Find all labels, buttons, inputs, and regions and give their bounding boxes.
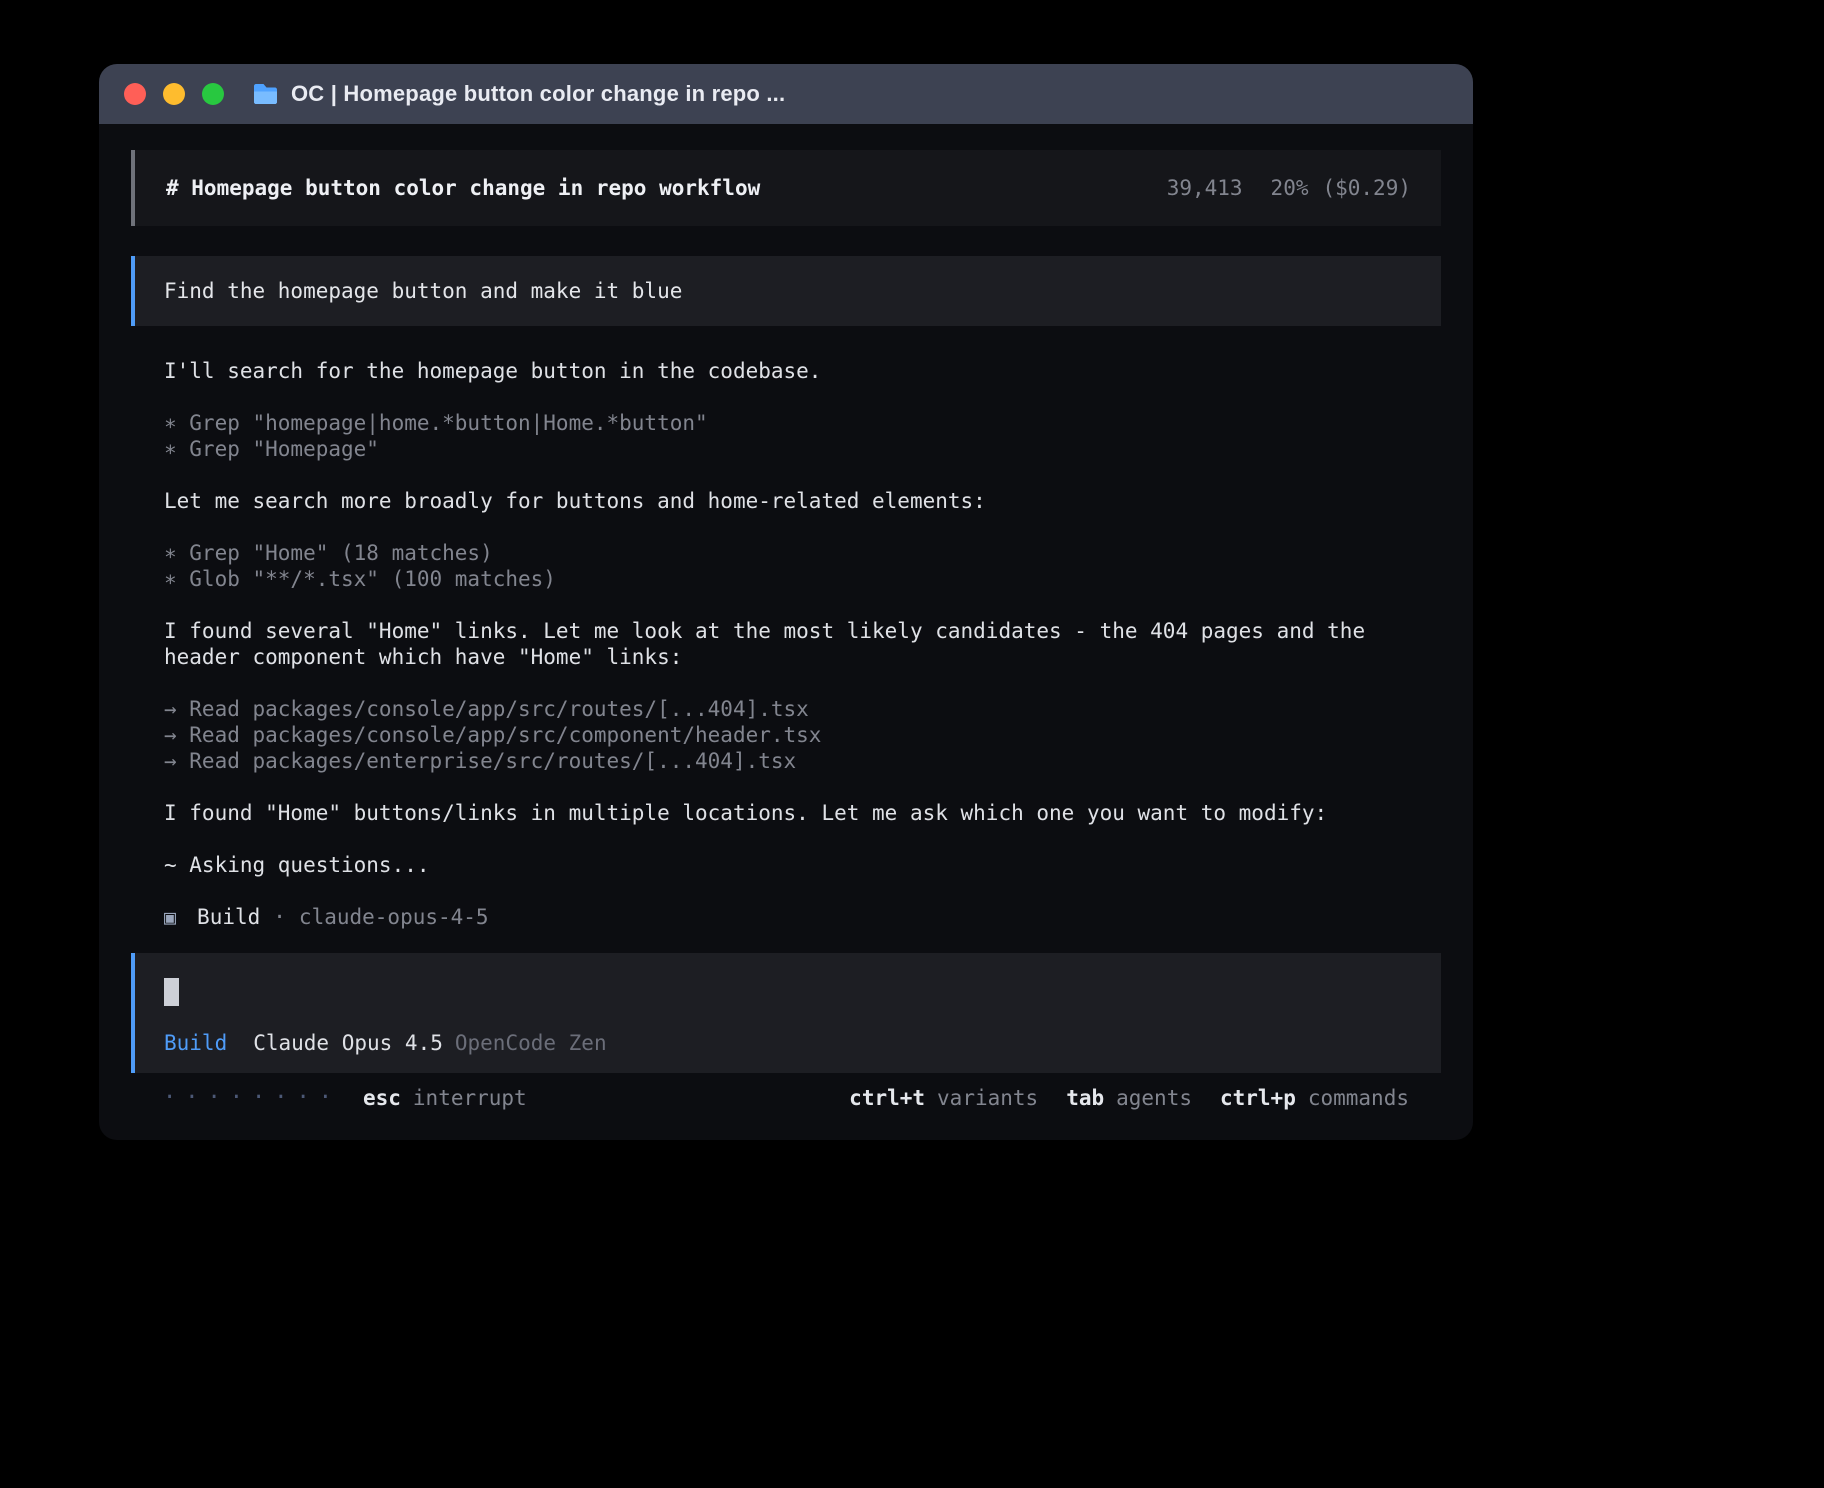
tool-call-read: → Read packages/console/app/src/componen… xyxy=(164,722,1408,748)
zoom-button[interactable] xyxy=(202,83,224,105)
context-percent: 20% xyxy=(1271,176,1309,200)
text-cursor xyxy=(164,978,179,1006)
commands-hint: ctrl+p commands xyxy=(1220,1085,1409,1111)
esc-key: esc xyxy=(363,1085,401,1111)
terminal-window: OC | Homepage button color change in rep… xyxy=(99,64,1473,1140)
session-cost: ($0.29) xyxy=(1322,176,1411,200)
active-model-label: Claude Opus 4.5 xyxy=(253,1031,443,1055)
tool-call-grep: ∗ Grep "Home" (18 matches) xyxy=(164,540,1408,566)
session-header: # Homepage button color change in repo w… xyxy=(131,150,1441,226)
window-controls xyxy=(124,83,224,105)
status-text: ~ Asking questions... xyxy=(164,852,1408,878)
tool-call-read: → Read packages/console/app/src/routes/[… xyxy=(164,696,1408,722)
close-button[interactable] xyxy=(124,83,146,105)
user-message-text: Find the homepage button and make it blu… xyxy=(164,279,682,303)
session-stats: 39,413 20% ($0.29) xyxy=(1167,176,1411,200)
tool-call-read: → Read packages/enterprise/src/routes/[.… xyxy=(164,748,1408,774)
terminal-content: # Homepage button color change in repo w… xyxy=(99,150,1473,1111)
spinner-dots-icon: ········ xyxy=(163,1085,341,1111)
conversation-transcript: I'll search for the homepage button in t… xyxy=(131,358,1441,930)
provider-label: OpenCode Zen xyxy=(455,1031,607,1055)
tool-call-group: ∗ Grep "homepage|home.*button|Home.*butt… xyxy=(164,410,1408,462)
variants-label: variants xyxy=(937,1085,1038,1111)
agents-label: agents xyxy=(1116,1085,1192,1111)
tool-call-grep: ∗ Grep "homepage|home.*button|Home.*butt… xyxy=(164,410,1408,436)
window-titlebar[interactable]: OC | Homepage button color change in rep… xyxy=(99,64,1473,124)
ctrl-t-key: ctrl+t xyxy=(849,1085,925,1111)
commands-label: commands xyxy=(1308,1085,1409,1111)
agent-separator: · xyxy=(273,904,286,930)
assistant-text: I'll search for the homepage button in t… xyxy=(164,358,1408,384)
interrupt-hint: esc interrupt xyxy=(363,1085,527,1111)
tool-call-group: → Read packages/console/app/src/routes/[… xyxy=(164,696,1408,774)
variants-hint: ctrl+t variants xyxy=(849,1085,1038,1111)
interrupt-label: interrupt xyxy=(413,1085,527,1111)
status-bar-right: ctrl+t variants tab agents ctrl+p comman… xyxy=(849,1085,1409,1111)
build-agent-icon: ▣ xyxy=(164,904,176,930)
minimize-button[interactable] xyxy=(163,83,185,105)
prompt-input[interactable]: Build Claude Opus 4.5 OpenCode Zen xyxy=(131,953,1441,1073)
tool-call-group: ∗ Grep "Home" (18 matches) ∗ Glob "**/*.… xyxy=(164,540,1408,592)
agents-hint: tab agents xyxy=(1066,1085,1192,1111)
window-title: OC | Homepage button color change in rep… xyxy=(291,81,785,107)
session-title: # Homepage button color change in repo w… xyxy=(166,176,760,200)
status-bar-left: ········ esc interrupt xyxy=(163,1085,527,1111)
agent-name: Build xyxy=(197,904,260,930)
tool-call-grep: ∗ Grep "Homepage" xyxy=(164,436,1408,462)
ctrl-p-key: ctrl+p xyxy=(1220,1085,1296,1111)
input-status-line: Build Claude Opus 4.5 OpenCode Zen xyxy=(164,1030,1411,1056)
assistant-text: I found "Home" buttons/links in multiple… xyxy=(164,800,1408,826)
tab-key: tab xyxy=(1066,1085,1104,1111)
active-agent-label[interactable]: Build xyxy=(164,1031,227,1055)
agent-model: claude-opus-4-5 xyxy=(299,904,489,930)
assistant-text: Let me search more broadly for buttons a… xyxy=(164,488,1408,514)
folder-icon xyxy=(252,83,279,105)
token-count: 39,413 xyxy=(1167,176,1243,200)
agent-badge: ▣ Build · claude-opus-4-5 xyxy=(164,904,1408,930)
assistant-text: I found several "Home" links. Let me loo… xyxy=(164,618,1408,670)
title-group: OC | Homepage button color change in rep… xyxy=(252,81,785,107)
status-bar: ········ esc interrupt ctrl+t variants t… xyxy=(131,1085,1441,1111)
tool-call-glob: ∗ Glob "**/*.tsx" (100 matches) xyxy=(164,566,1408,592)
user-message: Find the homepage button and make it blu… xyxy=(131,256,1441,326)
